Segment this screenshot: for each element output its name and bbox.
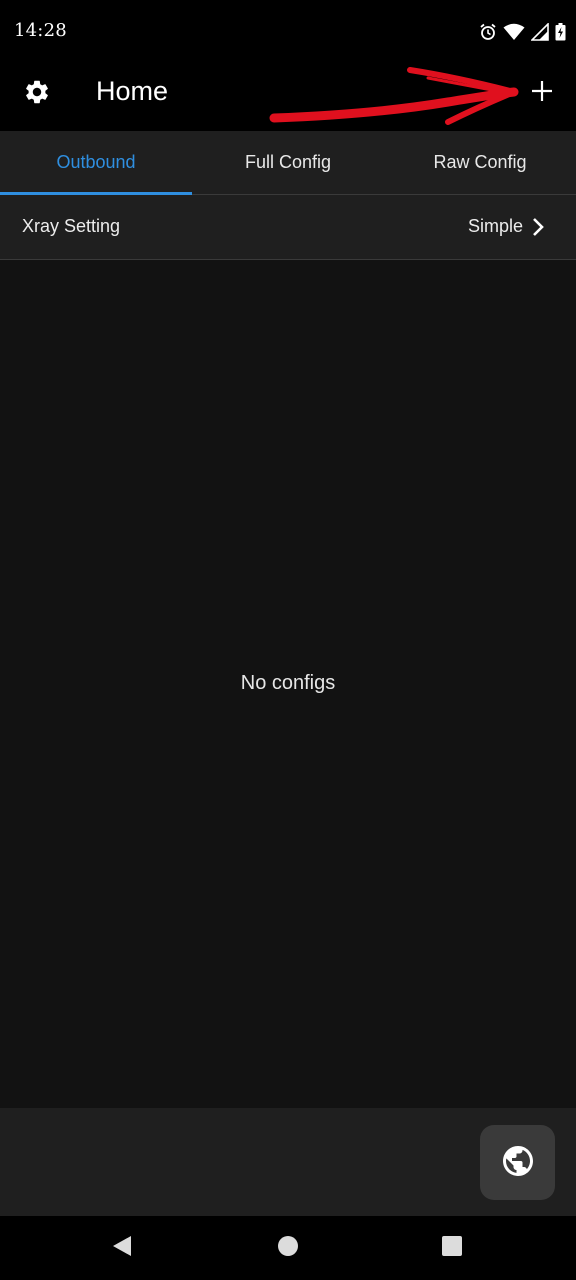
- globe-icon: [500, 1143, 536, 1183]
- chevron-right-icon: [528, 216, 548, 238]
- nav-back-button[interactable]: [108, 1234, 136, 1262]
- setting-label: Xray Setting: [22, 216, 121, 236]
- wifi-icon: [503, 23, 525, 41]
- recents-square-icon: [441, 1235, 463, 1261]
- settings-button[interactable]: [17, 74, 57, 114]
- tab-bar: Outbound Full Config Raw Config: [0, 131, 576, 195]
- tab-raw-config[interactable]: Raw Config: [384, 131, 576, 194]
- tab-full-config[interactable]: Full Config: [192, 131, 384, 194]
- status-time: 14:28: [14, 20, 67, 41]
- app-bar: Home: [0, 64, 576, 131]
- status-icons: [479, 20, 566, 44]
- setting-value: Simple: [467, 216, 523, 236]
- bottom-bar: [0, 1108, 576, 1216]
- page-title: Home: [96, 76, 169, 106]
- empty-state-message: No configs: [240, 672, 336, 694]
- nav-home-button[interactable]: [274, 1234, 302, 1262]
- alarm-icon: [479, 23, 497, 41]
- status-bar: 14:28: [0, 0, 576, 64]
- plus-icon: [531, 80, 553, 106]
- battery-charging-icon: [555, 23, 566, 41]
- nav-recents-button[interactable]: [438, 1234, 466, 1262]
- connect-fab-button[interactable]: [480, 1125, 555, 1200]
- xray-setting-row[interactable]: Xray Setting Simple: [0, 195, 576, 260]
- app-screen: 14:28 Home Outbound Full Config Raw Conf…: [0, 0, 576, 1280]
- add-config-button[interactable]: [522, 73, 562, 113]
- tab-outbound[interactable]: Outbound: [0, 131, 192, 195]
- system-navigation-bar: [0, 1216, 576, 1280]
- back-triangle-icon: [111, 1234, 133, 1262]
- gear-icon: [23, 78, 51, 110]
- home-circle-icon: [277, 1235, 299, 1261]
- signal-icon: [531, 23, 549, 41]
